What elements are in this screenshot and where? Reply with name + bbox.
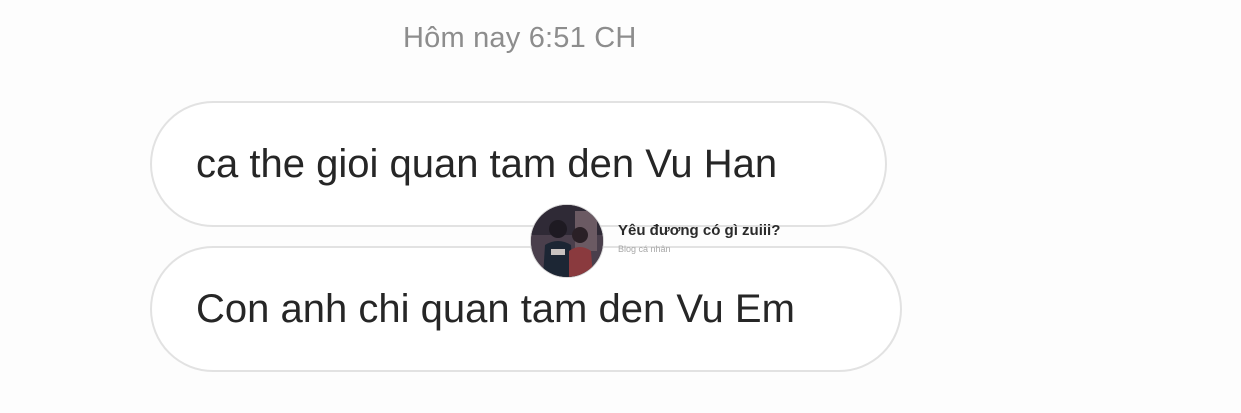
profile-subtitle: Blog cá nhân	[618, 244, 671, 254]
chat-screen: Hôm nay 6:51 CH ca the gioi quan tam den…	[0, 0, 1241, 413]
profile-photo-icon	[531, 205, 603, 277]
message-text: ca the gioi quan tam den Vu Han	[196, 142, 778, 186]
avatar	[530, 204, 604, 278]
profile-name: Yêu đương có gì zuiii?	[618, 222, 781, 239]
profile-watermark: Yêu đương có gì zuiii? Blog cá nhân	[530, 204, 780, 278]
profile-info: Yêu đương có gì zuiii? Blog cá nhân	[618, 222, 780, 254]
message-text: Con anh chi quan tam den Vu Em	[196, 287, 795, 331]
message-bubble[interactable]: Con anh chi quan tam den Vu Em	[150, 246, 902, 372]
message-timestamp: Hôm nay 6:51 CH	[403, 22, 637, 54]
